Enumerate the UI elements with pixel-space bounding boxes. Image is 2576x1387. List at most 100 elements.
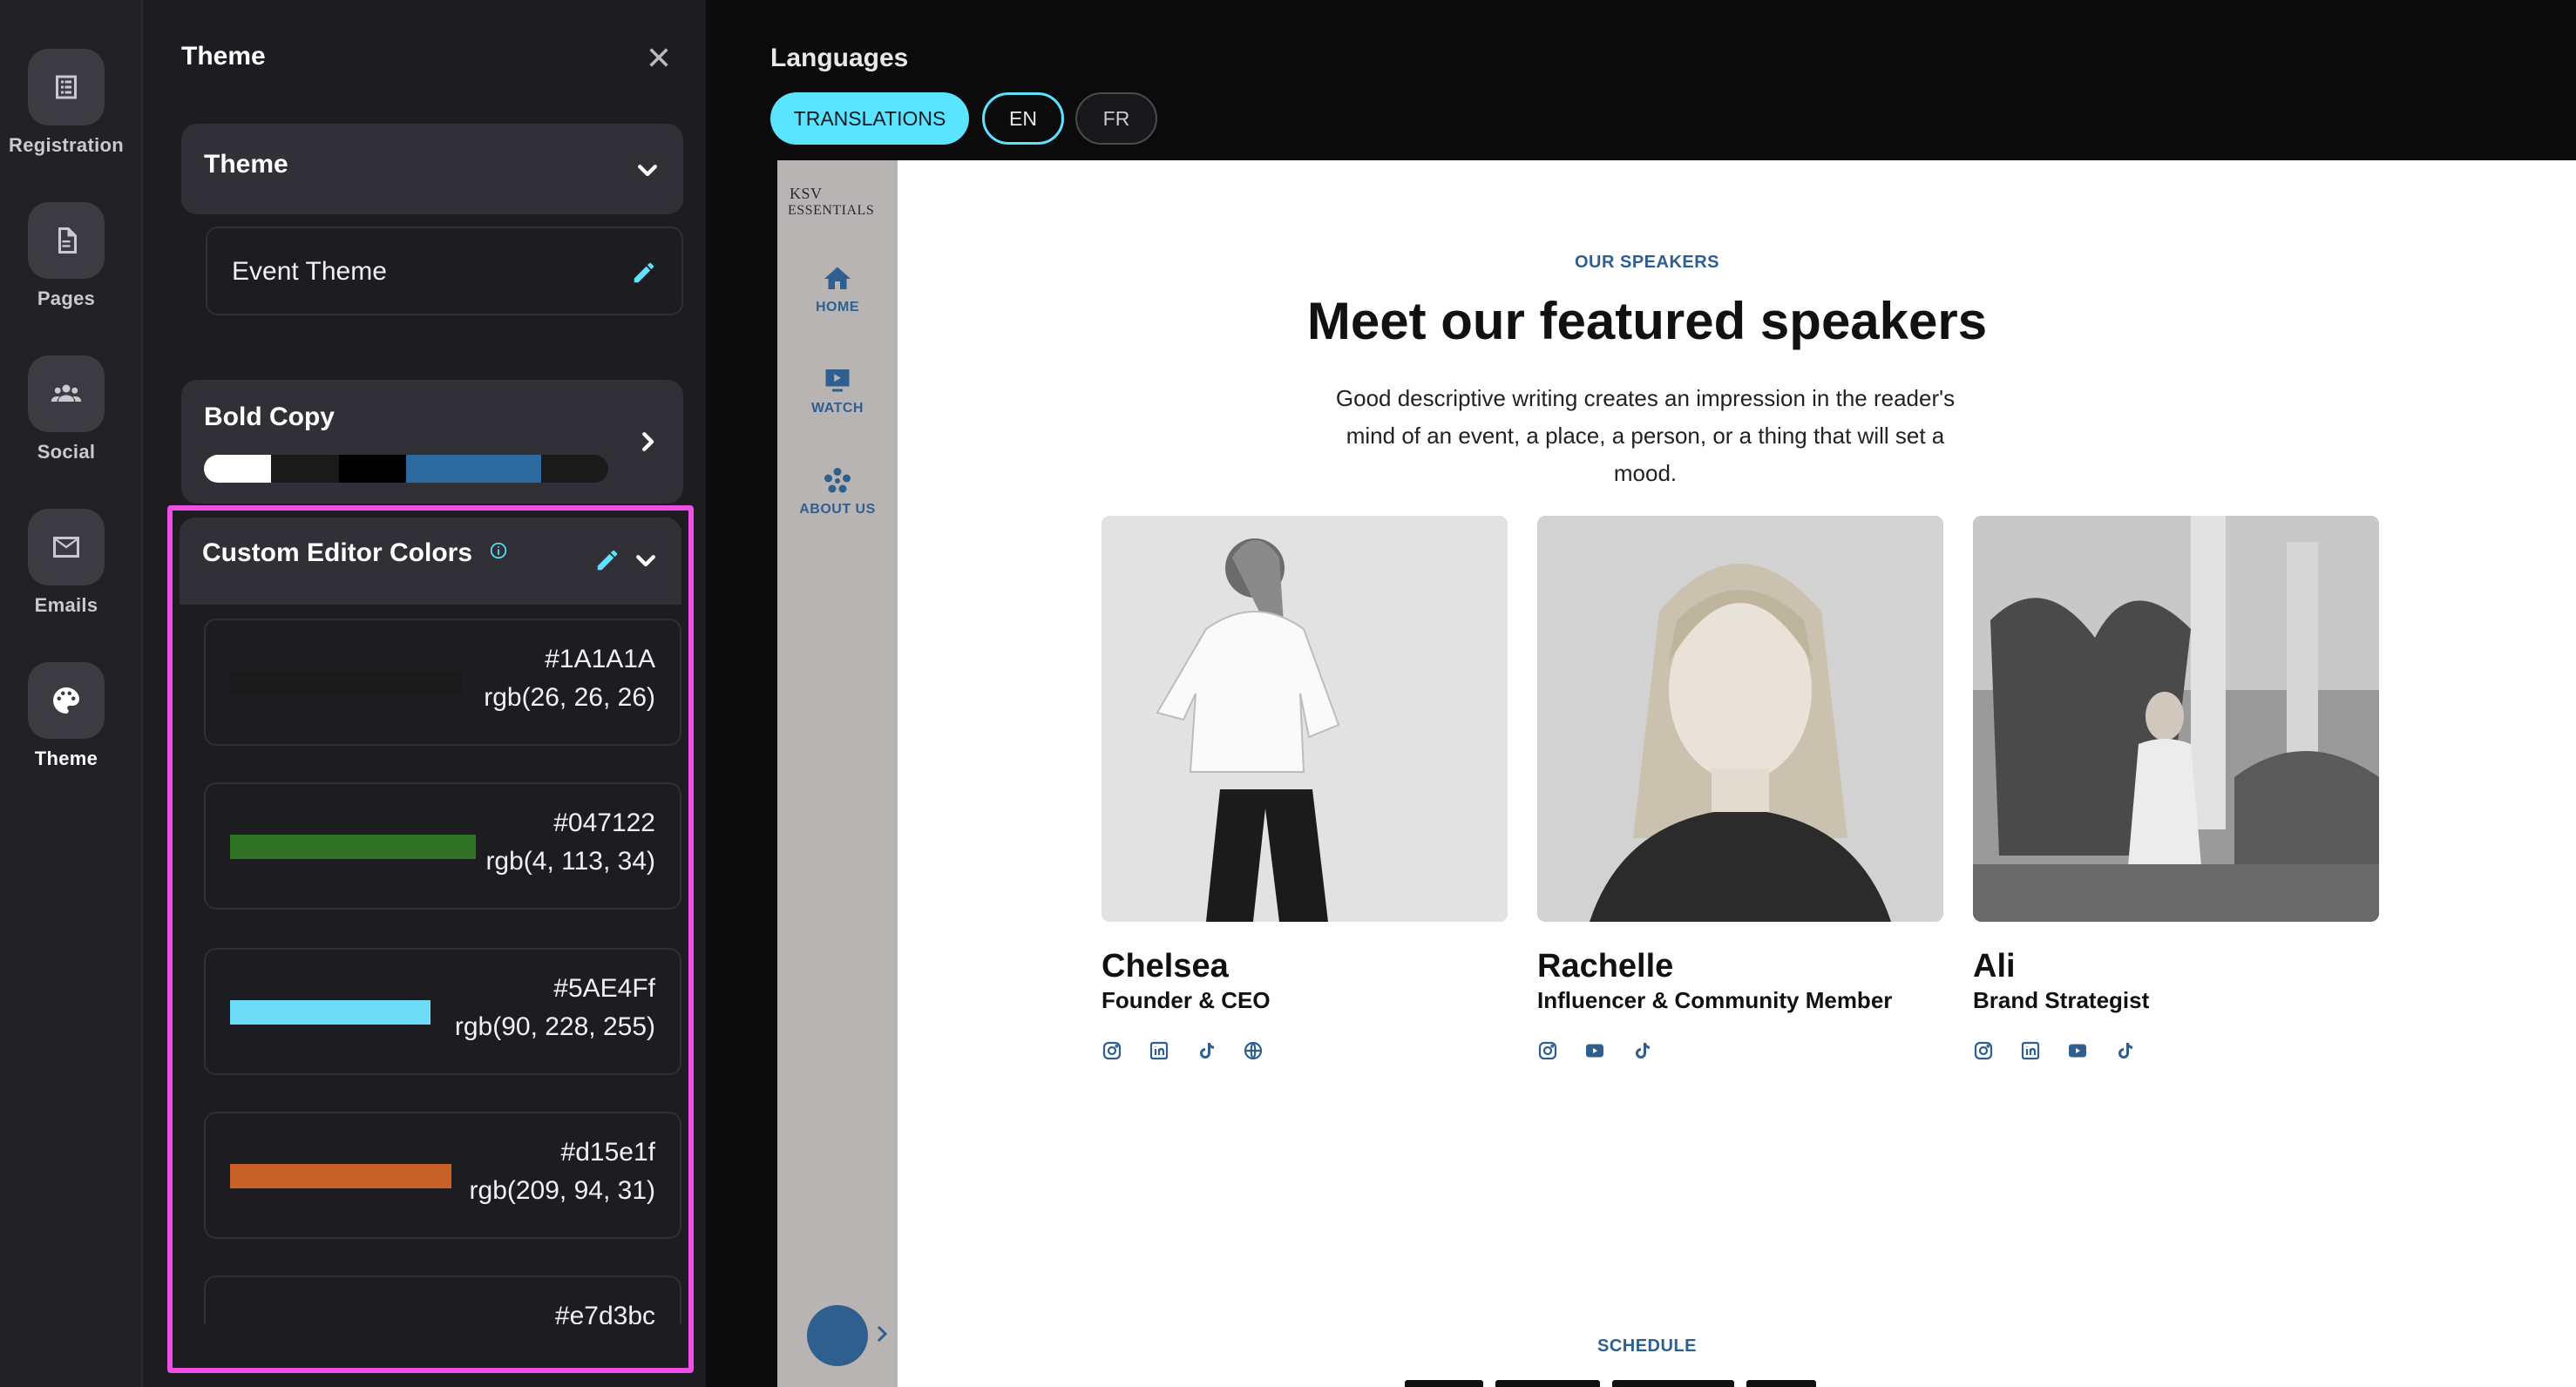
registration-icon: [56, 75, 77, 99]
bold-copy-swatch: [271, 455, 339, 483]
color-card[interactable]: #5AE4Ff rgb(90, 228, 255): [204, 948, 681, 1075]
instagram-icon[interactable]: [1973, 1040, 1994, 1061]
translations-button[interactable]: TRANSLATIONS: [770, 92, 969, 145]
color-rgb: rgb(4, 113, 34): [485, 847, 655, 876]
theme-accordion[interactable]: Theme: [181, 124, 683, 214]
rail-label: Emails: [34, 594, 98, 616]
emails-icon: [53, 537, 79, 558]
color-card[interactable]: #d15e1f rgb(209, 94, 31): [204, 1112, 681, 1239]
linkedin-icon[interactable]: [1149, 1040, 1169, 1061]
color-hex: #d15e1f: [560, 1138, 655, 1167]
site-nav-home[interactable]: HOME: [777, 263, 898, 315]
color-card[interactable]: #047122 rgb(4, 113, 34): [204, 782, 681, 910]
speakers-description: Good descriptive writing creates an impr…: [1335, 385, 1956, 486]
chat-bubble-button[interactable]: [807, 1305, 868, 1366]
home-icon: [824, 267, 851, 289]
nav-label: HOME: [816, 300, 859, 315]
site-preview[interactable]: KSV ESSENTIALS HOME WATCH ABOUT US OUR S…: [777, 160, 2576, 1387]
bold-copy-card[interactable]: Bold Copy: [181, 380, 683, 504]
languages-title: Languages: [770, 44, 909, 72]
speaker-socials: [1973, 1040, 2379, 1061]
speaker-card: Chelsea Founder & CEO: [1102, 516, 1508, 1061]
speaker-role: Influencer & Community Member: [1537, 987, 1893, 1013]
schedule-heading-partial: [1405, 1368, 1893, 1387]
linkedin-icon[interactable]: [2020, 1040, 2041, 1061]
close-icon: [649, 48, 668, 67]
theme-button-bg: [28, 662, 105, 739]
rail-label: Social: [37, 441, 96, 463]
bold-copy-swatch: [338, 455, 406, 483]
rail-item-social[interactable]: Social: [0, 355, 132, 469]
speaker-name: Chelsea: [1102, 948, 1229, 984]
rail-label: Registration: [9, 134, 124, 156]
color-hex: #1A1A1A: [545, 645, 655, 673]
bold-copy-swatch: [540, 455, 608, 483]
color-hex: #047122: [553, 809, 655, 837]
schedule-eyebrow: SCHEDULE: [1596, 1336, 1697, 1356]
left-rail: Registration Pages Social Emails Theme: [0, 0, 141, 1387]
language-fr-button[interactable]: FR: [1075, 92, 1157, 145]
rail-item-registration[interactable]: Registration: [0, 49, 132, 162]
chevron-down-icon[interactable]: [633, 547, 659, 573]
rail-item-pages[interactable]: Pages: [0, 202, 132, 315]
site-nav-watch[interactable]: WATCH: [777, 364, 898, 416]
close-button[interactable]: [643, 42, 675, 73]
youtube-icon[interactable]: [2067, 1040, 2088, 1061]
color-rgb: rgb(90, 228, 255): [454, 1012, 655, 1041]
youtube-icon[interactable]: [1584, 1040, 1605, 1061]
speaker-photo: [1537, 516, 1943, 922]
site-nav-about[interactable]: ABOUT US: [777, 465, 898, 518]
event-theme-row[interactable]: Event Theme: [206, 227, 683, 315]
group-icon: [824, 468, 851, 493]
nav-label: ABOUT US: [799, 502, 876, 517]
speaker-card: Ali Brand Strategist: [1973, 516, 2379, 1061]
panel-title: Theme: [181, 42, 266, 71]
speakers-eyebrow: OUR SPEAKERS: [1574, 253, 1720, 272]
speaker-photo: [1102, 516, 1508, 922]
color-swatch: [230, 835, 476, 859]
color-swatch: [230, 1164, 451, 1188]
speaker-photo: [1973, 516, 2379, 922]
bold-copy-title: Bold Copy: [204, 403, 335, 431]
edit-colors-pencil-icon[interactable]: [594, 547, 620, 573]
emails-button-bg: [28, 509, 105, 585]
website-globe-icon[interactable]: [1243, 1040, 1264, 1061]
custom-colors-list[interactable]: #1A1A1A rgb(26, 26, 26) #047122 rgb(4, 1…: [141, 610, 706, 1324]
custom-colors-title: Custom Editor Colors: [202, 538, 473, 567]
speaker-name: Ali: [1973, 948, 2016, 984]
palette-icon: [53, 687, 79, 714]
color-swatch: [230, 671, 462, 695]
language-en-button[interactable]: EN: [982, 92, 1064, 145]
edit-pencil-icon[interactable]: [631, 260, 657, 286]
color-card[interactable]: #1A1A1A rgb(26, 26, 26): [204, 619, 681, 746]
tiktok-icon[interactable]: [1631, 1040, 1652, 1061]
site-sidebar: KSV ESSENTIALS HOME WATCH ABOUT US: [777, 160, 898, 1387]
custom-colors-header[interactable]: Custom Editor Colors: [180, 518, 681, 605]
speaker-role: Brand Strategist: [1973, 987, 2150, 1013]
rail-label: Theme: [34, 748, 98, 769]
color-rgb: rgb(209, 94, 31): [469, 1176, 655, 1205]
chevron-right-icon[interactable]: [871, 1321, 892, 1347]
speaker-socials: [1537, 1040, 1943, 1061]
chevron-right-icon: [634, 429, 661, 455]
rail-item-theme[interactable]: Theme: [0, 662, 132, 775]
pages-button-bg: [28, 202, 105, 279]
bold-copy-swatch: [204, 455, 272, 483]
tiktok-icon[interactable]: [1196, 1040, 1217, 1061]
site-logo[interactable]: KSV ESSENTIALS: [788, 185, 891, 220]
rail-item-emails[interactable]: Emails: [0, 509, 132, 622]
instagram-icon[interactable]: [1537, 1040, 1558, 1061]
instagram-icon[interactable]: [1102, 1040, 1122, 1061]
nav-label: WATCH: [811, 401, 864, 416]
color-swatch: [230, 1000, 430, 1025]
bold-copy-color-strip: [204, 455, 608, 483]
tiktok-icon[interactable]: [2114, 1040, 2135, 1061]
speakers-headline: Meet our featured speakers: [1306, 292, 1988, 350]
bold-copy-swatch: [473, 455, 541, 483]
chevron-down-icon: [634, 157, 661, 183]
color-hex: #5AE4Ff: [553, 974, 655, 1003]
color-card[interactable]: #e7d3bc: [204, 1275, 681, 1324]
info-icon[interactable]: [490, 542, 507, 559]
speaker-socials: [1102, 1040, 1508, 1061]
logo-line-2: ESSENTIALS: [788, 203, 875, 218]
